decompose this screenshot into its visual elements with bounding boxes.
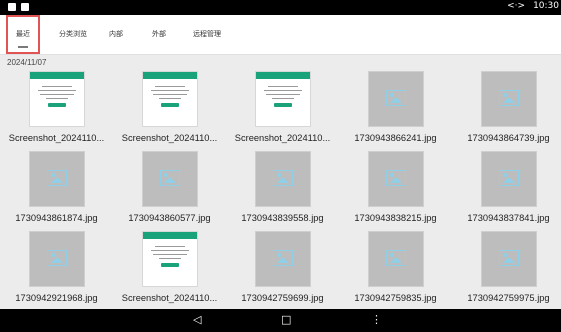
image-icon xyxy=(386,90,406,106)
image-placeholder-thumbnail xyxy=(30,152,84,206)
tab-underline xyxy=(18,46,28,48)
file-name: 1730943838215.jpg xyxy=(354,213,437,223)
file-name: 1730943839558.jpg xyxy=(241,213,324,223)
status-bar: <·> 10:30 xyxy=(0,0,561,15)
tab-recent[interactable]: 最近 xyxy=(6,15,40,54)
file-name: Screenshot_2024110... xyxy=(8,133,105,143)
file-item[interactable]: 1730942759699.jpg xyxy=(226,232,339,312)
file-name: 1730943837841.jpg xyxy=(467,213,550,223)
image-placeholder-thumbnail xyxy=(482,72,536,126)
status-right: <·> 10:30 xyxy=(507,1,559,11)
file-item[interactable]: Screenshot_2024110... xyxy=(0,72,113,152)
image-icon xyxy=(273,250,293,266)
image-icon xyxy=(499,250,519,266)
image-placeholder-thumbnail xyxy=(256,152,310,206)
tab-category-browse[interactable]: 分类浏览 xyxy=(54,15,92,54)
image-placeholder-thumbnail xyxy=(482,232,536,286)
file-name: 1730942921968.jpg xyxy=(15,293,98,303)
back-icon[interactable]: ◁ xyxy=(193,313,201,326)
image-placeholder-thumbnail xyxy=(369,232,423,286)
file-name: 1730942759975.jpg xyxy=(467,293,550,303)
file-item[interactable]: Screenshot_2024110... xyxy=(113,72,226,152)
file-item[interactable]: 1730942921968.jpg xyxy=(0,232,113,312)
file-item[interactable]: 1730943866241.jpg xyxy=(339,72,452,152)
notification-icon xyxy=(8,3,16,11)
file-item[interactable]: 1730942759975.jpg xyxy=(452,232,561,312)
tab-label: 分类浏览 xyxy=(59,31,87,38)
image-icon xyxy=(273,170,293,186)
tab-external[interactable]: 外部 xyxy=(147,15,171,54)
tab-bar: 最近 分类浏览 内部 外部 远程管理 xyxy=(0,15,561,55)
tab-label: 最近 xyxy=(16,31,30,38)
tab-label: 外部 xyxy=(152,31,166,38)
arrows-icon: <·> xyxy=(507,1,526,11)
image-icon xyxy=(47,170,67,186)
screenshot-thumbnail xyxy=(30,72,84,126)
file-name: Screenshot_2024110... xyxy=(121,293,218,303)
file-item[interactable]: 1730943837841.jpg xyxy=(452,152,561,232)
file-name: Screenshot_2024110... xyxy=(234,133,331,143)
image-placeholder-thumbnail xyxy=(143,152,197,206)
image-icon xyxy=(499,90,519,106)
file-name: 1730943861874.jpg xyxy=(15,213,98,223)
file-item[interactable]: Screenshot_2024110... xyxy=(113,232,226,312)
file-item[interactable]: Screenshot_2024110... xyxy=(226,72,339,152)
image-icon xyxy=(386,170,406,186)
image-icon xyxy=(47,250,67,266)
screenshot-thumbnail xyxy=(256,72,310,126)
image-placeholder-thumbnail xyxy=(369,72,423,126)
navigation-bar: ◁ □ ⋮ xyxy=(0,309,561,332)
file-item[interactable]: 1730943839558.jpg xyxy=(226,152,339,232)
file-name: 1730943860577.jpg xyxy=(128,213,211,223)
image-placeholder-thumbnail xyxy=(30,232,84,286)
file-name: 1730942759699.jpg xyxy=(241,293,324,303)
tab-internal[interactable]: 内部 xyxy=(104,15,128,54)
image-icon xyxy=(160,170,180,186)
image-icon xyxy=(386,250,406,266)
tab-label: 内部 xyxy=(109,31,123,38)
file-name: 1730942759835.jpg xyxy=(354,293,437,303)
image-placeholder-thumbnail xyxy=(369,152,423,206)
tab-remote-management[interactable]: 远程管理 xyxy=(186,15,228,54)
file-item[interactable]: 1730943838215.jpg xyxy=(339,152,452,232)
file-name: Screenshot_2024110... xyxy=(121,133,218,143)
file-item[interactable]: 1730942759835.jpg xyxy=(339,232,452,312)
image-placeholder-thumbnail xyxy=(256,232,310,286)
image-placeholder-thumbnail xyxy=(482,152,536,206)
section-date: 2024/11/07 xyxy=(7,58,47,67)
tab-label: 远程管理 xyxy=(193,31,221,38)
home-icon[interactable]: □ xyxy=(281,313,291,326)
image-icon xyxy=(499,170,519,186)
screenshot-thumbnail xyxy=(143,72,197,126)
file-item[interactable]: 1730943860577.jpg xyxy=(113,152,226,232)
screenshot-thumbnail xyxy=(143,232,197,286)
notification-icon xyxy=(21,3,29,11)
file-name: 1730943866241.jpg xyxy=(354,133,437,143)
clock: 10:30 xyxy=(533,1,559,11)
file-item[interactable]: 1730943864739.jpg xyxy=(452,72,561,152)
file-item[interactable]: 1730943861874.jpg xyxy=(0,152,113,232)
recents-icon[interactable]: ⋮ xyxy=(371,313,382,326)
file-name: 1730943864739.jpg xyxy=(467,133,550,143)
